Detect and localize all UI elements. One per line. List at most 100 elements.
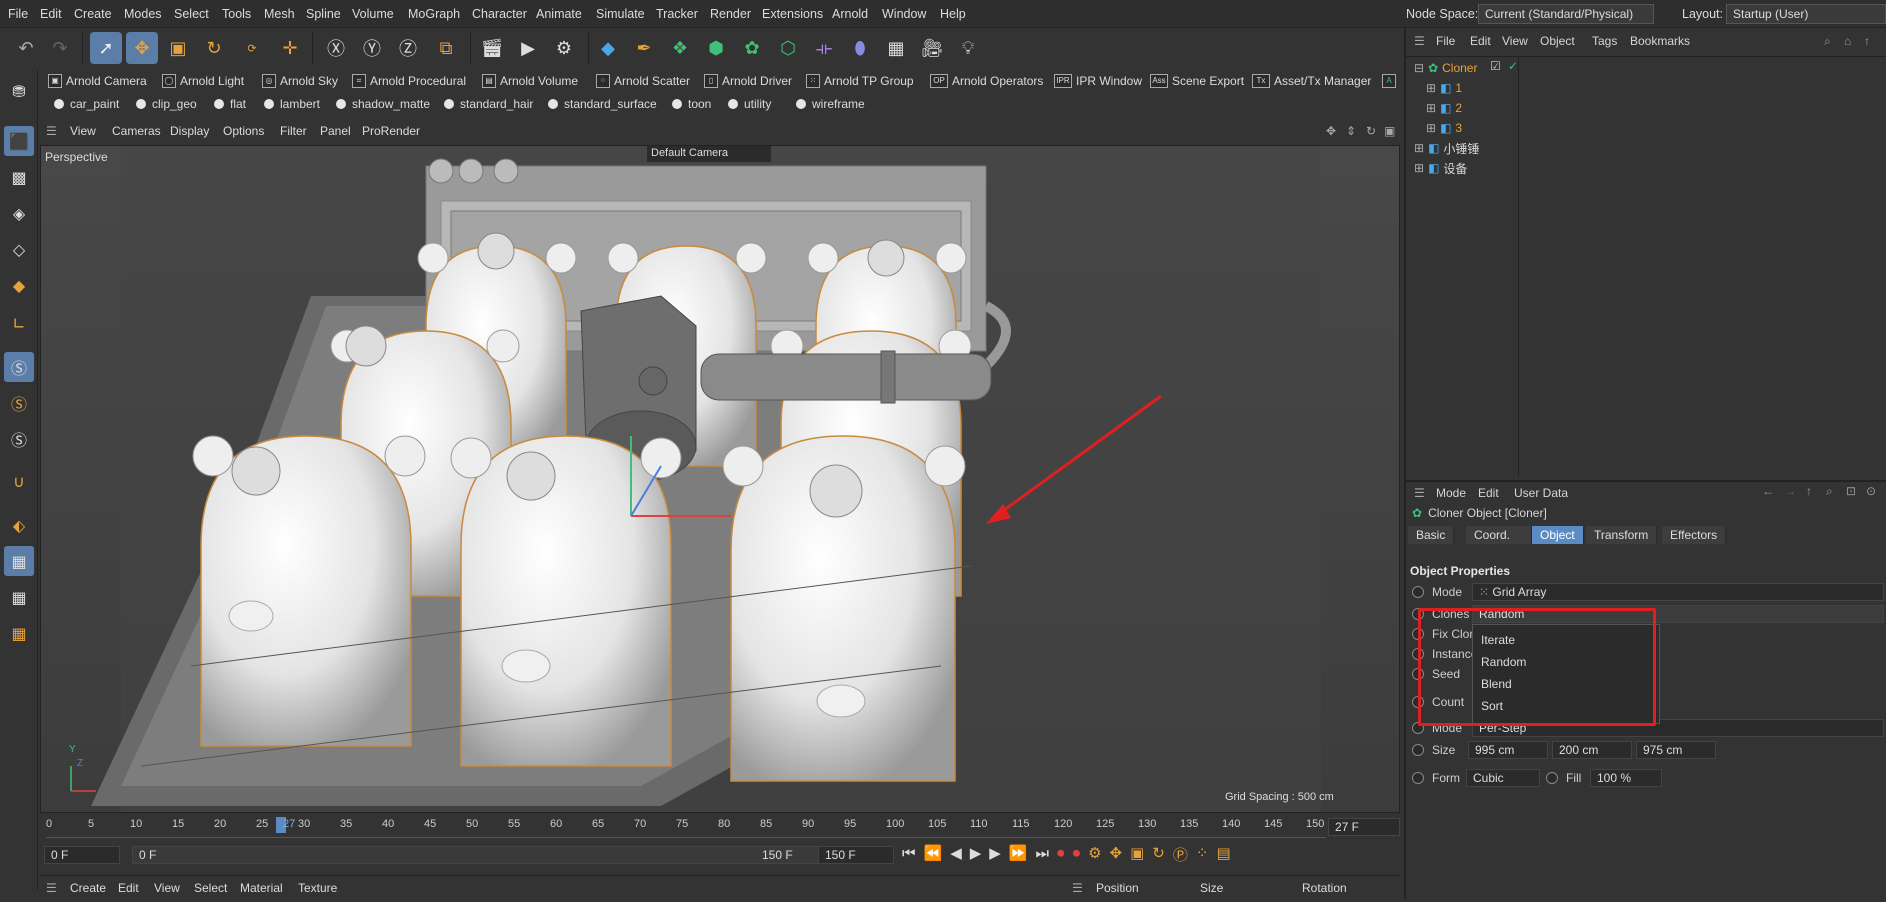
menu-simulate[interactable]: Simulate — [596, 7, 645, 21]
search-icon[interactable]: ⌕ — [1824, 34, 1831, 49]
menu-animate[interactable]: Animate — [536, 7, 582, 21]
x-axis-icon[interactable]: Ⓧ — [320, 32, 352, 64]
menu-render[interactable]: Render — [710, 7, 751, 21]
bottom-material[interactable]: Material — [240, 881, 283, 895]
om-menu-view[interactable]: View — [1502, 34, 1528, 48]
pen-icon[interactable]: ✒ — [628, 32, 660, 64]
om-menu-file[interactable]: File — [1436, 34, 1455, 48]
viewport-rotate-icon[interactable]: ↻ — [1366, 124, 1376, 138]
tab-effectors[interactable]: Effectors — [1662, 526, 1727, 544]
om-menu-edit[interactable]: Edit — [1470, 34, 1491, 48]
keyframe-radio[interactable] — [1412, 586, 1424, 598]
arnold-operators-button[interactable]: OP Arnold Operators — [930, 72, 1043, 90]
size-y-field[interactable]: 200 cm — [1552, 741, 1632, 759]
menu-select[interactable]: Select — [174, 7, 209, 21]
size-z-field[interactable]: 975 cm — [1636, 741, 1716, 759]
viewport-menu-prorender[interactable]: ProRender — [362, 124, 420, 138]
coordinate-system-icon[interactable]: ⧉ — [430, 32, 462, 64]
lock-icon[interactable]: ⊡ — [1846, 484, 1856, 498]
bottom-texture[interactable]: Texture — [298, 881, 337, 895]
locked-grid-icon[interactable]: ▦ — [4, 582, 34, 612]
ipr-window-button[interactable]: IPR IPR Window — [1054, 72, 1142, 90]
arnold-tp-group-button[interactable]: ⁙ Arnold TP Group — [806, 72, 914, 90]
mode-select[interactable]: ⁙ Grid Array — [1472, 583, 1884, 601]
cube-icon[interactable]: ◆ — [592, 32, 624, 64]
menu-edit[interactable]: Edit — [40, 7, 62, 21]
light-icon[interactable]: 💡︎ — [952, 32, 984, 64]
rotate-icon[interactable]: ↻ — [198, 32, 230, 64]
next-key-icon[interactable]: ⏩ — [1009, 844, 1028, 865]
key-parameter-icon[interactable]: Ⓟ — [1173, 844, 1188, 865]
search-icon[interactable]: ⌕ — [1826, 484, 1833, 499]
node-space-select[interactable]: Current (Standard/Physical) — [1478, 4, 1654, 24]
hamburger-icon[interactable]: ☰ — [46, 881, 57, 895]
snap-workplane-icon[interactable]: Ⓢ — [4, 424, 34, 454]
key-pla-icon[interactable]: ⁘ — [1196, 844, 1209, 865]
make-editable-icon[interactable]: ⛃ — [4, 76, 34, 106]
extrude-icon[interactable]: ⬢ — [700, 32, 732, 64]
menu-mesh[interactable]: Mesh — [264, 7, 295, 21]
menu-modes[interactable]: Modes — [124, 7, 162, 21]
material-lambert[interactable]: lambert — [264, 97, 320, 111]
grid-icon[interactable]: ▦ — [4, 546, 34, 576]
settings-icon[interactable]: ⊙ — [1866, 484, 1876, 498]
go-start-icon[interactable]: ⏮ — [902, 844, 916, 865]
forward-arrow-icon[interactable]: → — [1784, 484, 1796, 498]
select-cursor-icon[interactable]: ➚ — [90, 32, 122, 64]
attr-menu-edit[interactable]: Edit — [1478, 486, 1499, 500]
menu-window[interactable]: Window — [882, 7, 926, 21]
menu-tracker[interactable]: Tracker — [656, 7, 698, 21]
object-row-cloner[interactable]: ⊟ ✿ Cloner — [1414, 59, 1477, 77]
key-scale-icon[interactable]: ▣ — [1130, 844, 1144, 865]
hamburger-icon[interactable]: ☰ — [1414, 486, 1425, 500]
play-icon[interactable]: ▶ — [970, 844, 982, 865]
viewport-menu-view[interactable]: View — [70, 124, 96, 138]
mograph-icon[interactable]: ⬡ — [772, 32, 804, 64]
quantize-icon[interactable]: ▦ — [4, 618, 34, 648]
field-icon[interactable]: ⬮ — [844, 32, 876, 64]
key-rotation-icon[interactable]: ↻ — [1152, 844, 1165, 865]
home-icon[interactable]: ⌂ — [1844, 34, 1851, 48]
viewport-3d[interactable]: Perspective Default Camera Grid Spacing … — [40, 145, 1400, 813]
timeline-layout-icon[interactable]: ▤ — [1216, 844, 1230, 865]
workplane-icon[interactable]: ⬖ — [4, 510, 34, 540]
object-row-hammer[interactable]: ⊞ ◧ 小锤锤 — [1414, 139, 1479, 157]
size-x-field[interactable]: 995 cm — [1468, 741, 1548, 759]
start-frame-field[interactable]: 0 F — [44, 846, 120, 864]
menu-mograph[interactable]: MoGraph — [408, 7, 460, 21]
deformer-icon[interactable]: ⟛ — [808, 32, 840, 64]
menu-help[interactable]: Help — [940, 7, 966, 21]
go-end-icon[interactable]: ⏭ — [1036, 844, 1050, 865]
model-mode-icon[interactable]: ⬛ — [4, 126, 34, 156]
keyframe-radio[interactable] — [1546, 772, 1558, 784]
object-row-device[interactable]: ⊞ ◧ 设备 — [1414, 159, 1467, 177]
psr-icon[interactable]: ⟳ — [236, 32, 268, 64]
om-menu-object[interactable]: Object — [1540, 34, 1575, 48]
undo-icon[interactable]: ↶ — [10, 32, 42, 64]
menu-extensions[interactable]: Extensions — [762, 7, 823, 21]
bottom-create[interactable]: Create — [70, 881, 106, 895]
arnold-procedural-button[interactable]: ⌗ Arnold Procedural — [352, 72, 466, 90]
material-flat[interactable]: flat — [214, 97, 246, 111]
render-settings-icon[interactable]: ⚙ — [548, 32, 580, 64]
viewport-menu-cameras[interactable]: Cameras — [112, 124, 161, 138]
object-row-2[interactable]: ⊞ ◧ 2 — [1426, 99, 1462, 117]
texture-mode-icon[interactable]: ▩ — [4, 162, 34, 192]
arnold-light-button[interactable]: ◯ Arnold Light — [162, 72, 244, 90]
timeline-ruler[interactable]: 0 5 10 15 20 25 30 35 40 45 50 55 60 65 70 75 80 85 90 95 10… — [46, 816, 1326, 838]
viewport-menu-display[interactable]: Display — [170, 124, 209, 138]
next-frame-icon[interactable]: ▶ — [989, 844, 1001, 865]
attr-menu-mode[interactable]: Mode — [1436, 486, 1466, 500]
edges-mode-icon[interactable]: ◇ — [4, 234, 34, 264]
y-axis-icon[interactable]: Ⓨ — [356, 32, 388, 64]
tab-object[interactable]: Object — [1532, 526, 1584, 544]
hamburger-icon[interactable]: ☰ — [46, 124, 57, 138]
menu-character[interactable]: Character — [472, 7, 527, 21]
record-icon[interactable]: ⏺ — [1057, 844, 1065, 865]
bottom-select[interactable]: Select — [194, 881, 227, 895]
auto-key-icon[interactable]: ⏺ — [1073, 844, 1081, 865]
bottom-view[interactable]: View — [154, 881, 180, 895]
snap-settings-icon[interactable]: Ⓢ — [4, 388, 34, 418]
tab-transform[interactable]: Transform — [1586, 526, 1658, 544]
asset-tx-manager-button[interactable]: Tx Asset/Tx Manager — [1252, 72, 1371, 90]
